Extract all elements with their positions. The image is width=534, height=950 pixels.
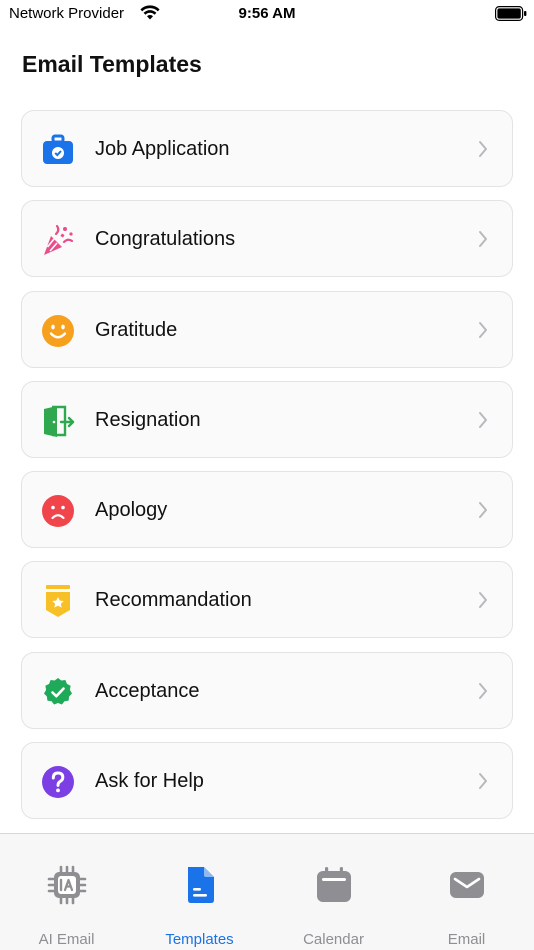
template-label: Resignation — [95, 408, 201, 431]
template-card-congratulations[interactable]: Congratulations — [21, 200, 513, 278]
template-card-recommandation[interactable]: Recommandation — [21, 561, 513, 639]
sad-face-icon — [41, 494, 75, 528]
template-card-resignation[interactable]: Resignation — [21, 380, 513, 458]
calendar-icon — [313, 864, 355, 906]
tab-email[interactable]: Email — [400, 834, 533, 950]
tab-calendar[interactable]: Calendar — [267, 834, 400, 950]
tab-label: Calendar — [303, 931, 364, 948]
briefcase-icon — [41, 133, 75, 167]
tab-label: Email — [447, 931, 486, 948]
question-icon — [41, 765, 75, 799]
page-title: Email Templates — [22, 51, 202, 77]
document-icon — [179, 864, 221, 906]
chevron-right-icon — [478, 591, 488, 609]
party-popper-icon — [41, 223, 75, 257]
status-time: 9:56 AM — [238, 5, 296, 22]
template-label: Recommandation — [95, 589, 252, 612]
template-label: Job Application — [95, 138, 230, 160]
template-card-ask-for-help[interactable]: Ask for Help — [21, 742, 513, 820]
envelope-icon — [446, 864, 488, 906]
template-label: Ask for Help — [95, 770, 204, 793]
battery-icon — [495, 6, 527, 22]
tab-label: AI Email — [38, 931, 95, 948]
chevron-right-icon — [478, 772, 488, 790]
template-list: Job Application Congratulations Gratitud… — [21, 110, 513, 832]
template-card-apology[interactable]: Apology — [21, 471, 513, 549]
chevron-right-icon — [478, 411, 488, 429]
template-card-job-application[interactable]: Job Application — [21, 110, 513, 187]
template-label: Apology — [95, 499, 168, 522]
award-badge-icon — [41, 584, 75, 618]
verified-check-icon — [41, 675, 75, 709]
chevron-right-icon — [478, 140, 488, 158]
status-bar: Network Provider 9:56 AM — [0, 0, 534, 30]
template-label: Acceptance — [95, 679, 200, 702]
chevron-right-icon — [478, 682, 488, 700]
tab-bar: AI Email Templates Calendar Email — [0, 833, 534, 950]
ai-chip-icon — [46, 864, 88, 906]
chevron-right-icon — [478, 321, 488, 339]
chevron-right-icon — [478, 501, 488, 519]
tab-ai-email[interactable]: AI Email — [0, 834, 133, 950]
template-label: Congratulations — [95, 228, 236, 251]
template-card-gratitude[interactable]: Gratitude — [21, 290, 513, 368]
template-card-acceptance[interactable]: Acceptance — [21, 651, 513, 729]
tab-label: Templates — [165, 931, 234, 948]
exit-door-icon — [41, 404, 75, 438]
tab-templates[interactable]: Templates — [133, 834, 266, 950]
template-label: Gratitude — [95, 318, 178, 341]
smile-icon — [41, 314, 75, 348]
chevron-right-icon — [478, 230, 488, 248]
